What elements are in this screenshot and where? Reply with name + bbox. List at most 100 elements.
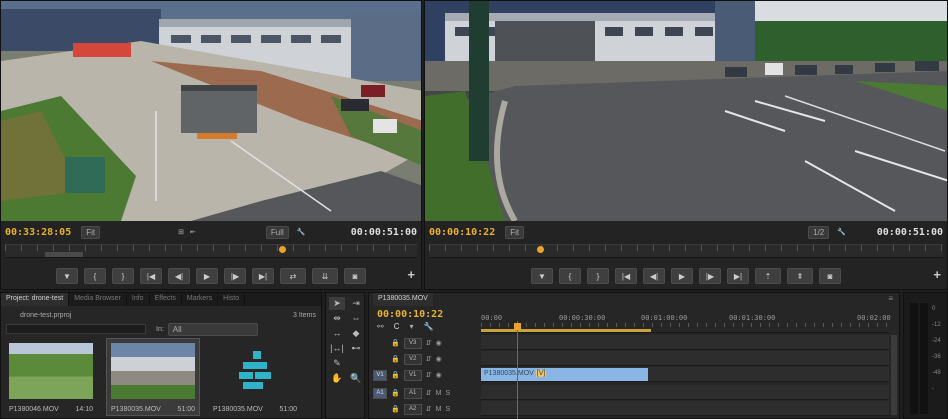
project-item-selected[interactable]: P1380035.MOV 51:00 [106,338,200,416]
source-overwrite-button[interactable]: ⇊ [312,268,338,284]
program-lift-button[interactable]: ⇡ [755,268,781,284]
lock-icon[interactable]: 🔒 [391,389,400,397]
program-time-ruler[interactable] [429,244,943,258]
source-patch-v1[interactable]: V1 [373,369,387,381]
source-mark-out-button[interactable]: } [112,268,134,284]
track-name[interactable]: V2 [403,353,422,365]
source-patch-a1[interactable]: A1 [373,387,387,399]
slip-tool-icon[interactable]: |↔| [329,342,345,355]
sync-lock-icon[interactable]: ⇵ [426,339,432,347]
program-playhead-marker[interactable] [537,246,544,253]
timeline-wrench-icon[interactable]: 🔧 [424,322,434,331]
source-step-forward-button[interactable]: |▶ [224,268,246,284]
rolling-edit-tool-icon[interactable]: ⇔ [348,312,364,325]
tab-effects[interactable]: Effects [150,293,182,306]
project-search-input[interactable] [6,324,146,334]
program-play-button[interactable]: ▶ [671,268,693,284]
sync-lock-icon[interactable]: ⇵ [426,405,432,413]
source-fit-dropdown[interactable]: Fit [81,225,101,239]
program-current-timecode[interactable]: 00:00:10:22 [429,227,495,238]
program-step-forward-button[interactable]: |▶ [699,268,721,284]
slide-tool-icon[interactable]: ⊷ [348,342,364,355]
source-wrench-icon[interactable]: 🔧 [297,228,306,236]
source-quality-dropdown[interactable]: Full [265,225,289,239]
track-lane-v3[interactable] [481,335,889,350]
program-add-marker-button[interactable]: ▼ [531,268,553,284]
track-lane-a2[interactable] [481,401,889,416]
source-settings-icon[interactable]: ⊞ [178,228,184,236]
eye-icon[interactable]: ◉ [436,371,442,379]
work-area-bar[interactable] [481,329,651,332]
program-fit-dropdown[interactable]: Fit [505,225,525,239]
selection-tool-icon[interactable]: ➤ [329,297,345,310]
source-add-marker-button[interactable]: ▼ [56,268,78,284]
program-extract-button[interactable]: ⇞ [787,268,813,284]
zoom-tool-icon[interactable]: 🔍 [348,372,364,385]
source-export-frame-button[interactable]: ◙ [344,268,366,284]
program-mark-in-button[interactable]: { [559,268,581,284]
track-name[interactable]: A2 [403,403,422,415]
source-video-frame[interactable] [1,1,421,221]
project-in-dropdown[interactable]: All [167,322,258,336]
source-play-button[interactable]: ▶ [196,268,218,284]
timeline-playhead-line[interactable] [517,321,518,419]
razor-tool-icon[interactable]: ◆ [348,327,364,340]
source-time-ruler[interactable] [5,244,417,258]
program-video-frame[interactable] [425,1,947,221]
tab-info[interactable]: Info [127,293,150,306]
tab-project[interactable]: Project: drone-test [1,293,70,306]
source-current-timecode[interactable]: 00:33:28:05 [5,227,71,238]
program-step-back-button[interactable]: ◀| [643,268,665,284]
mute-icon[interactable]: M [436,390,442,397]
eye-icon[interactable]: ◉ [436,355,442,363]
source-insert-button[interactable]: ⇄ [280,268,306,284]
lock-icon[interactable]: 🔒 [391,371,400,379]
source-drag-icon[interactable]: ⇤ [190,228,196,236]
source-step-back-button[interactable]: ◀| [168,268,190,284]
program-mark-out-button[interactable]: } [587,268,609,284]
source-go-to-out-button[interactable]: ▶| [252,268,274,284]
hand-tool-icon[interactable]: ✋ [329,372,345,385]
tab-media-browser[interactable]: Media Browser [69,293,127,306]
solo-icon[interactable]: S [445,390,450,397]
ripple-edit-tool-icon[interactable]: ⇹ [329,312,345,325]
timeline-playhead-handle[interactable] [514,323,521,330]
eye-icon[interactable]: ◉ [436,339,442,347]
project-item[interactable]: P1380046.MOV 14:10 [5,339,97,415]
track-lane-v2[interactable] [481,351,889,366]
program-export-frame-button[interactable]: ◙ [819,268,841,284]
program-wrench-icon[interactable]: 🔧 [837,228,846,236]
tab-markers[interactable]: Markers [182,293,219,306]
source-mark-in-button[interactable]: { [84,268,106,284]
nest-icon[interactable]: ⚯ [377,322,384,331]
timeline-menu-icon[interactable]: ≡ [888,294,893,303]
track-name[interactable]: V3 [403,337,422,349]
lock-icon[interactable]: 🔒 [391,339,400,347]
sync-lock-icon[interactable]: ⇵ [426,389,432,397]
sync-lock-icon[interactable]: ⇵ [426,371,432,379]
solo-icon[interactable]: S [445,406,450,413]
track-select-tool-icon[interactable]: ⇥ [348,297,364,310]
track-name[interactable]: V1 [403,369,422,381]
mute-icon[interactable]: M [436,406,442,413]
timeline-ruler[interactable]: 00:00 00:00:30:00 00:01:00:00 00:01:30:0… [481,313,891,333]
marker-icon[interactable]: ▾ [409,322,413,331]
project-item-sequence[interactable]: P1380035.MOV 51:00 [209,339,301,415]
tab-history[interactable]: Histo [218,293,246,306]
track-lane-a1[interactable] [481,385,889,400]
program-go-to-out-button[interactable]: ▶| [727,268,749,284]
timeline-timecode[interactable]: 00:00:10:22 [377,309,443,320]
track-lane-v1[interactable]: P1380035.MOV [V] [481,367,889,382]
timeline-clip[interactable]: P1380035.MOV [V] [481,368,648,381]
sync-lock-icon[interactable]: ⇵ [426,355,432,363]
source-button-editor-icon[interactable]: + [407,267,415,282]
source-playhead-marker[interactable] [279,246,286,253]
track-name[interactable]: A1 [403,387,422,399]
tab-sequence[interactable]: P1380035.MOV [373,293,433,306]
timeline-vertical-scrollbar[interactable] [891,335,897,415]
lock-icon[interactable]: 🔒 [391,355,400,363]
pen-tool-icon[interactable]: ✎ [329,357,345,370]
rate-stretch-tool-icon[interactable]: ↔ [329,327,345,340]
program-go-to-in-button[interactable]: |◀ [615,268,637,284]
snap-icon[interactable]: C [394,322,400,331]
